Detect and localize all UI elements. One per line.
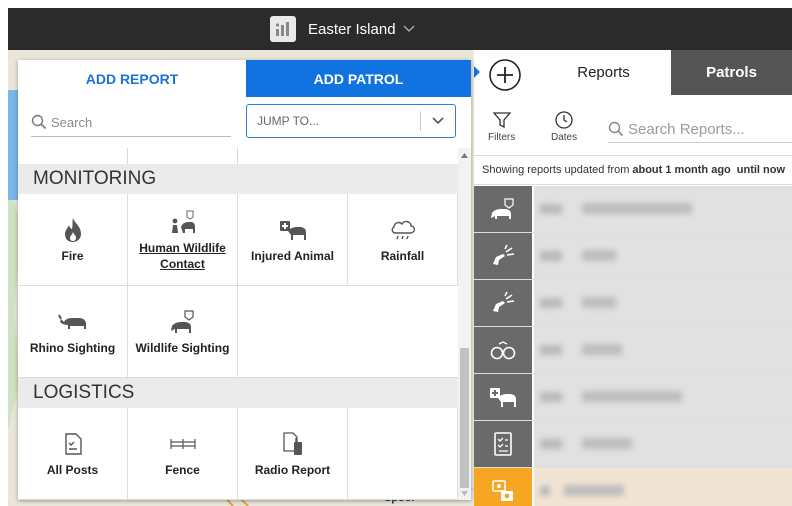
tab-reports[interactable]: Reports (536, 50, 671, 95)
tile-label: Radio Report (254, 462, 331, 477)
report-type-human-wildlife-contact[interactable]: Human Wildlife Contact (128, 194, 238, 286)
report-row[interactable] (474, 186, 792, 233)
radio-report-icon (282, 430, 304, 458)
monitoring-grid: Fire Human Wildlife Contact Injured Anim… (18, 194, 458, 378)
camera-trap-icon (474, 468, 532, 506)
report-row-text (534, 421, 792, 467)
report-row[interactable] (474, 468, 792, 506)
empty-tile (238, 286, 348, 378)
clock-icon (554, 110, 574, 130)
category-header-logistics: LOGISTICS (18, 378, 458, 408)
jump-to-select[interactable]: JUMP TO... (246, 104, 456, 138)
chevron-down-icon (421, 117, 455, 125)
wildlife-sighting-icon (169, 308, 197, 336)
scroll-down-arrow-icon[interactable] (458, 486, 471, 500)
tab-add-report[interactable]: ADD REPORT (18, 60, 246, 97)
previous-category-stub (18, 148, 458, 164)
tile-label: Fire (61, 248, 84, 263)
site-selector[interactable]: Easter Island (270, 15, 415, 43)
report-type-injured-animal[interactable]: Injured Animal (238, 194, 348, 286)
empty-tile (348, 286, 458, 378)
report-type-search (31, 108, 231, 137)
report-row[interactable] (474, 280, 792, 327)
report-row[interactable] (474, 327, 792, 374)
report-row-text (534, 374, 792, 420)
report-row[interactable] (474, 233, 792, 280)
report-row-text (534, 327, 792, 373)
empty-tile (348, 408, 458, 500)
report-row[interactable] (474, 374, 792, 421)
report-row-text (534, 280, 792, 326)
category-header-monitoring: MONITORING (18, 164, 458, 194)
filters-button[interactable]: Filters (488, 110, 515, 143)
tile-label: Injured Animal (251, 248, 334, 263)
report-search-input[interactable] (624, 119, 790, 139)
checklist-icon (474, 421, 532, 467)
search-icon (31, 114, 47, 130)
wildlife-sighting-icon (474, 186, 532, 232)
site-logo-icon (270, 16, 296, 42)
report-type-all-posts[interactable]: All Posts (18, 408, 128, 500)
scroll-up-arrow-icon[interactable] (458, 148, 471, 162)
report-row-text (534, 233, 792, 279)
tile-label: All Posts (46, 462, 99, 477)
top-bar: Easter Island (8, 8, 792, 50)
report-type-rainfall[interactable]: Rainfall (348, 194, 458, 286)
logistics-grid: All Posts Fence Radio Report (18, 408, 458, 500)
scrollbar-thumb[interactable] (460, 348, 469, 488)
tile-label: Human Wildlife Contact (139, 240, 226, 271)
reports-sidebar: Reports Patrols Filters Dates Showing re… (474, 50, 792, 506)
showing-range-text: Showing reports updated from about 1 mon… (474, 155, 792, 185)
report-type-radio-report[interactable]: Radio Report (238, 408, 348, 500)
scrollbar[interactable] (458, 148, 471, 500)
filters-label: Filters (488, 132, 516, 143)
report-type-fire[interactable]: Fire (18, 194, 128, 286)
tile-label: Rhino Sighting (29, 340, 116, 355)
rainfall-icon (389, 216, 417, 244)
jump-to-label: JUMP TO... (257, 114, 320, 128)
chevron-down-icon (403, 25, 415, 33)
rhino-icon (57, 308, 88, 336)
add-report-panel: ADD REPORT ADD PATROL JUMP TO... MONITOR… (18, 60, 471, 500)
report-row-text (534, 468, 792, 506)
injured-animal-icon (279, 216, 307, 244)
report-type-fence[interactable]: Fence (128, 408, 238, 500)
showing-prefix: Showing reports updated from (482, 164, 630, 176)
dates-label: Dates (551, 132, 578, 143)
handcuffs-icon (474, 327, 532, 373)
gunshot-icon (474, 280, 532, 326)
report-type-wildlife-sighting[interactable]: Wildlife Sighting (128, 286, 238, 378)
add-report-button[interactable] (488, 58, 522, 92)
filter-icon (492, 110, 512, 130)
search-icon (608, 121, 624, 137)
report-list (474, 186, 792, 506)
tile-label: Rainfall (380, 248, 425, 263)
human-wildlife-contact-icon (169, 208, 197, 236)
report-row-text (534, 186, 792, 232)
dates-button[interactable]: Dates (551, 110, 577, 143)
report-row[interactable] (474, 421, 792, 468)
fire-icon (61, 216, 85, 244)
injured-animal-icon (474, 374, 532, 420)
site-name: Easter Island (308, 20, 396, 38)
fence-icon (169, 430, 197, 458)
panel-pointer (474, 64, 480, 80)
tab-add-patrol[interactable]: ADD PATROL (246, 60, 471, 97)
tile-label: Wildlife Sighting (135, 340, 230, 355)
report-type-list[interactable]: MONITORING Fire Human Wildlife Contact I… (18, 148, 471, 500)
report-type-rhino-sighting[interactable]: Rhino Sighting (18, 286, 128, 378)
gunshot-icon (474, 233, 532, 279)
showing-until[interactable]: until now (737, 164, 785, 176)
tile-label: Fence (165, 462, 200, 477)
showing-from[interactable]: about 1 month ago (632, 164, 730, 176)
checklist-icon (63, 430, 83, 458)
search-input[interactable] (47, 113, 223, 131)
tab-patrols[interactable]: Patrols (671, 50, 792, 95)
report-search (608, 116, 792, 143)
